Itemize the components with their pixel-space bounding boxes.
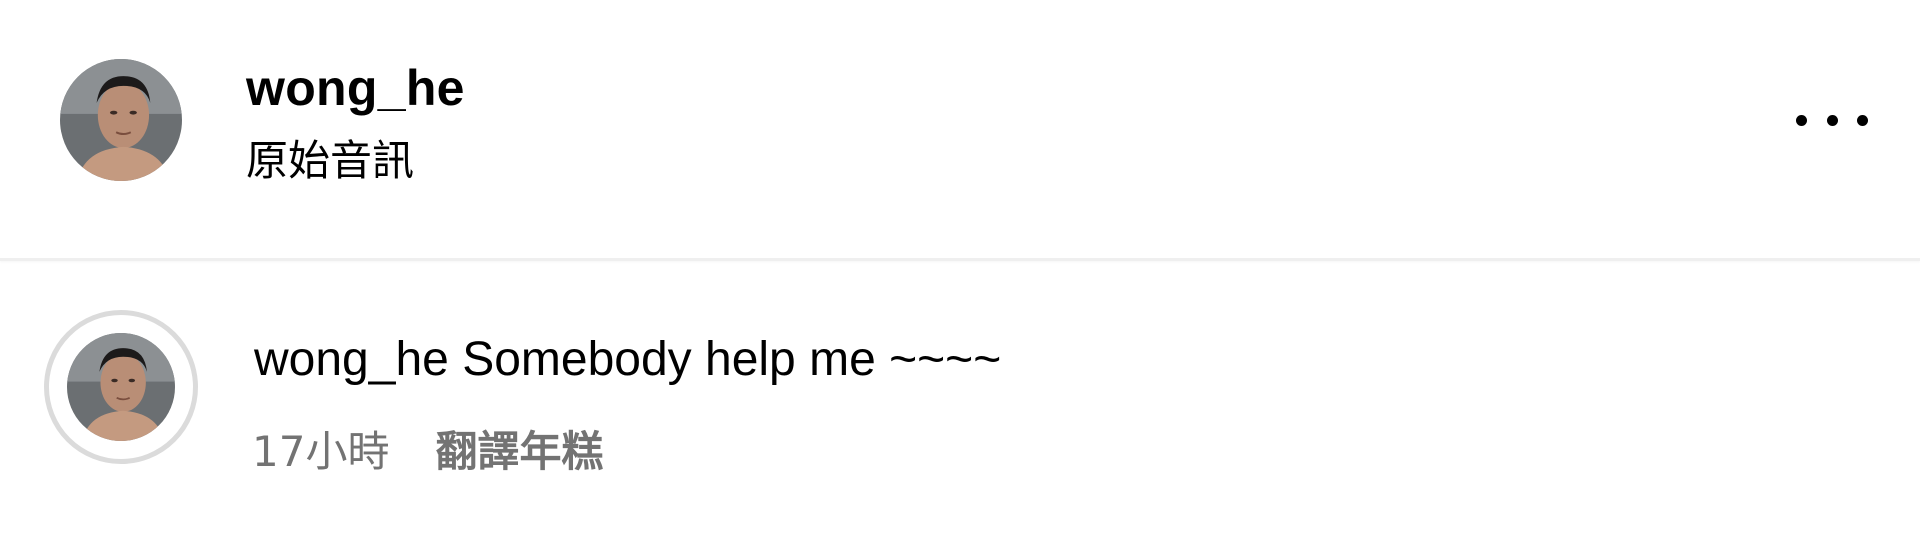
comment-author-username[interactable]: wong_he bbox=[254, 333, 449, 386]
comment-text: Somebody help me ~~~~ bbox=[462, 333, 1002, 386]
comment-meta: 17小時 翻譯年糕 bbox=[252, 424, 603, 480]
post-author-username[interactable]: wong_he bbox=[246, 58, 465, 118]
comment-body: wong_he Somebody help me ~~~~ bbox=[254, 330, 1001, 390]
more-horizontal-icon-dot bbox=[1826, 114, 1838, 126]
more-horizontal-icon-dot bbox=[1857, 114, 1868, 126]
comment-avatar[interactable] bbox=[67, 333, 175, 441]
post-header: wong_he 原始音訊 bbox=[0, 0, 1920, 261]
profile-photo bbox=[60, 59, 182, 181]
profile-photo bbox=[67, 333, 175, 441]
more-horizontal-icon bbox=[1796, 114, 1807, 126]
original-audio-link[interactable]: 原始音訊 bbox=[246, 134, 414, 188]
comment-timestamp[interactable]: 17小時 bbox=[252, 427, 389, 476]
more-options-button[interactable] bbox=[1796, 100, 1868, 140]
translate-button[interactable]: 翻譯年糕 bbox=[435, 427, 603, 476]
avatar[interactable] bbox=[60, 59, 182, 181]
